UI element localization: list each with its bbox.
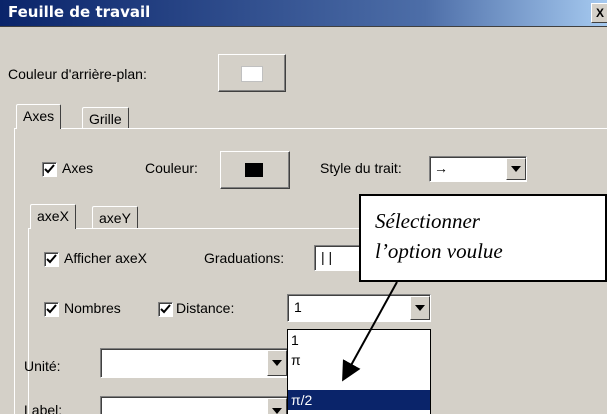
- tab-axex[interactable]: axeX: [30, 204, 76, 229]
- callout-arrow-icon: [342, 281, 398, 382]
- worksheet-window: Feuille de travail X Couleur d'arrière-p…: [0, 0, 607, 414]
- tab-axes[interactable]: Axes: [16, 104, 62, 129]
